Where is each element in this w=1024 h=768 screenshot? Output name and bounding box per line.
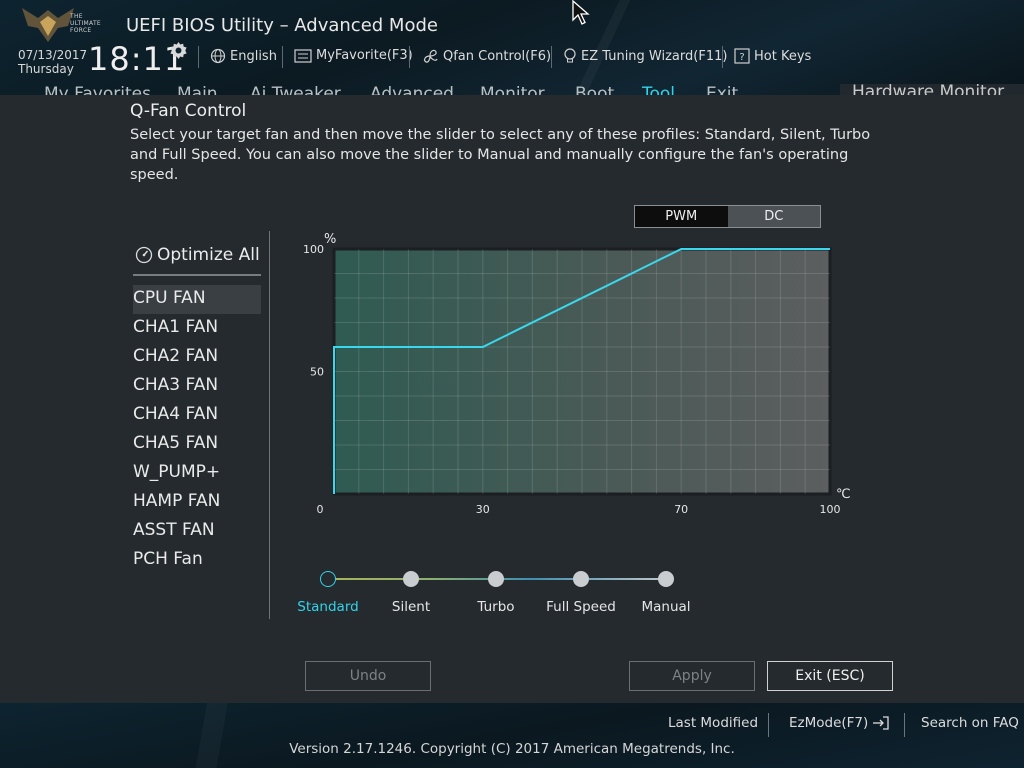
tab-tool[interactable]: Tool bbox=[642, 86, 675, 95]
fan-item-asst-fan[interactable]: ASST FAN bbox=[133, 517, 261, 546]
x-tick-label: 70 bbox=[674, 503, 688, 516]
header-separator bbox=[282, 46, 283, 68]
tab-exit[interactable]: Exit bbox=[706, 86, 738, 95]
top-header: THE ULTIMATE FORCE UEFI BIOS Utility – A… bbox=[0, 0, 1024, 95]
optimize-all-divider bbox=[133, 274, 261, 276]
favorite-icon bbox=[294, 48, 312, 63]
vertical-divider bbox=[269, 231, 270, 619]
pwm-dc-toggle[interactable]: PWM DC bbox=[634, 205, 821, 228]
ez-tuning-wizard-label: EZ Tuning Wizard(F11) bbox=[581, 48, 728, 64]
ezmode-button[interactable]: EzMode(F7) bbox=[789, 715, 890, 731]
fan-list: CPU FAN CHA1 FAN CHA2 FAN CHA3 FAN CHA4 … bbox=[133, 285, 261, 575]
tab-my-favorites[interactable]: My Favorites bbox=[44, 86, 151, 95]
hot-keys-label: Hot Keys bbox=[754, 48, 812, 64]
chart-grid bbox=[334, 249, 830, 494]
hot-keys-button[interactable]: ? Hot Keys bbox=[734, 48, 811, 64]
apply-button[interactable]: Apply bbox=[629, 661, 755, 691]
language-label: English bbox=[230, 48, 277, 64]
speedometer-icon bbox=[135, 246, 153, 264]
fan-icon bbox=[424, 49, 438, 63]
language-button[interactable]: English bbox=[210, 48, 277, 64]
dialog-description: Select your target fan and then move the… bbox=[130, 127, 871, 183]
bottom-footer: Last Modified EzMode(F7) Search on FAQ V… bbox=[0, 703, 1024, 768]
tab-monitor[interactable]: Monitor bbox=[480, 86, 545, 95]
header-separator bbox=[409, 46, 410, 68]
myfavorite-button[interactable]: MyFavorite(F3) bbox=[294, 48, 413, 63]
exit-arrow-icon bbox=[873, 716, 889, 730]
profile-label-manual[interactable]: Manual bbox=[641, 599, 690, 615]
search-faq-link[interactable]: Search on FAQ bbox=[921, 715, 1019, 731]
y-tick-label: 50 bbox=[310, 366, 324, 379]
lightbulb-icon bbox=[564, 48, 576, 63]
profile-knob-manual[interactable] bbox=[658, 571, 674, 587]
profile-label-full-speed[interactable]: Full Speed bbox=[546, 599, 616, 615]
fan-item-cha3-fan[interactable]: CHA3 FAN bbox=[133, 372, 261, 401]
help-icon: ? bbox=[734, 48, 750, 64]
hardware-monitor-header[interactable]: Hardware Monitor bbox=[840, 84, 1024, 95]
profile-knob-turbo[interactable] bbox=[488, 571, 504, 587]
profile-label-standard[interactable]: Standard bbox=[297, 599, 358, 615]
fan-item-pch-fan[interactable]: PCH Fan bbox=[133, 546, 261, 575]
ez-tuning-wizard-button[interactable]: EZ Tuning Wizard(F11) bbox=[563, 48, 727, 64]
x-tick-label: 30 bbox=[476, 503, 490, 516]
qfan-control-dialog: Q-Fan Control Select your target fan and… bbox=[0, 95, 1024, 703]
exit-button[interactable]: Exit (ESC) bbox=[767, 661, 893, 691]
header-separator bbox=[198, 46, 199, 68]
tab-main[interactable]: Main bbox=[177, 86, 218, 95]
fan-item-w-pump[interactable]: W_PUMP+ bbox=[133, 459, 261, 488]
fan-item-cha2-fan[interactable]: CHA2 FAN bbox=[133, 343, 261, 372]
profile-knob-silent[interactable] bbox=[403, 571, 419, 587]
copyright-text: Version 2.17.1246. Copyright (C) 2017 Am… bbox=[289, 741, 735, 757]
pwm-option[interactable]: PWM bbox=[635, 206, 728, 227]
header-separator bbox=[722, 46, 723, 68]
x-tick-label: 0 bbox=[317, 503, 324, 516]
profile-knob-full-speed[interactable] bbox=[573, 571, 589, 587]
fan-item-cpu-fan[interactable]: CPU FAN bbox=[133, 285, 261, 314]
logo-text: THE ULTIMATE FORCE bbox=[70, 13, 102, 34]
hardware-monitor-label: Hardware Monitor bbox=[852, 84, 1005, 95]
x-axis-label: ℃ bbox=[836, 487, 851, 502]
undo-button[interactable]: Undo bbox=[305, 661, 431, 691]
y-tick-label: 100 bbox=[303, 243, 324, 256]
footer-separator bbox=[768, 713, 769, 737]
svg-text:?: ? bbox=[739, 52, 744, 63]
fan-item-cha1-fan[interactable]: CHA1 FAN bbox=[133, 314, 261, 343]
header-separator bbox=[551, 46, 552, 68]
profile-label-turbo[interactable]: Turbo bbox=[477, 599, 514, 615]
optimize-all-label: Optimize All bbox=[157, 245, 260, 265]
x-tick-label: 100 bbox=[820, 503, 841, 516]
day-text: Thursday bbox=[18, 62, 74, 76]
ezmode-label: EzMode(F7) bbox=[789, 715, 869, 731]
tab-advanced[interactable]: Advanced bbox=[370, 86, 454, 95]
fan-item-hamp-fan[interactable]: HAMP FAN bbox=[133, 488, 261, 517]
y-axis-label: % bbox=[324, 232, 336, 247]
gear-icon[interactable] bbox=[170, 42, 187, 59]
optimize-all-button[interactable]: Optimize All bbox=[135, 245, 260, 265]
profile-label-silent[interactable]: Silent bbox=[392, 599, 430, 615]
globe-icon bbox=[210, 48, 226, 64]
tab-ai-tweaker[interactable]: Ai Tweaker bbox=[250, 86, 341, 95]
dc-option[interactable]: DC bbox=[727, 206, 820, 227]
qfan-control-button[interactable]: Qfan Control(F6) bbox=[421, 48, 551, 64]
tab-boot[interactable]: Boot bbox=[575, 86, 614, 95]
footer-separator bbox=[904, 713, 905, 737]
last-modified-link[interactable]: Last Modified bbox=[668, 715, 758, 731]
dialog-title: Q-Fan Control bbox=[130, 101, 247, 121]
qfan-control-label: Qfan Control(F6) bbox=[443, 48, 552, 64]
mouse-cursor-icon bbox=[572, 0, 590, 25]
fan-item-cha4-fan[interactable]: CHA4 FAN bbox=[133, 401, 261, 430]
fan-profile-slider[interactable]: Standard Silent Turbo Full Speed Manual bbox=[290, 565, 710, 615]
date-display: 07/13/2017 Thursday bbox=[18, 48, 87, 76]
app-title: UEFI BIOS Utility – Advanced Mode bbox=[126, 15, 438, 36]
date-text: 07/13/2017 bbox=[18, 48, 88, 62]
myfavorite-label: MyFavorite(F3) bbox=[316, 48, 413, 63]
fan-curve-chart[interactable]: 0 30 70 100 50 100 % ℃ bbox=[290, 230, 860, 530]
profile-knob-standard[interactable] bbox=[320, 571, 336, 587]
fan-item-cha5-fan[interactable]: CHA5 FAN bbox=[133, 430, 261, 459]
